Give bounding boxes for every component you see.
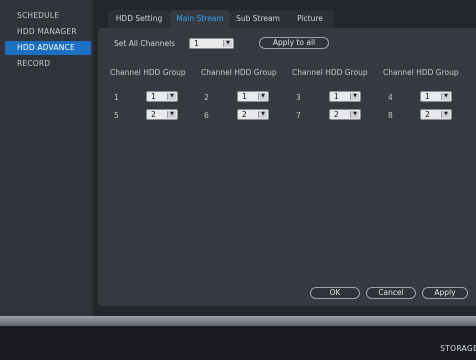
channel-header: Channel [201, 68, 232, 77]
select-value: 2 [151, 110, 156, 119]
chevron-down-icon: ▼ [258, 93, 267, 100]
hdd-group-header: HDD Group [234, 68, 277, 77]
sidebar-item-schedule[interactable]: SCHEDULE [5, 9, 91, 23]
channel-number: 8 [388, 111, 393, 120]
hdd-group-header: HDD Group [416, 68, 459, 77]
apply-button[interactable]: Apply [422, 287, 468, 299]
chevron-down-icon: ▼ [167, 93, 176, 100]
channel-number: 6 [204, 111, 209, 120]
sidebar-item-hdd-manager[interactable]: HDD MANAGER [5, 25, 91, 39]
status-bar [0, 326, 476, 360]
chevron-down-icon: ▼ [441, 111, 450, 118]
column-header-4: Channel HDD Group [383, 68, 459, 77]
channel-header: Channel [292, 68, 323, 77]
channel-header: Channel [110, 68, 141, 77]
select-value: 2 [242, 110, 247, 119]
hdd-group-select[interactable]: 2 ▼ [329, 109, 361, 120]
chevron-down-icon: ▼ [223, 40, 232, 47]
chevron-down-icon: ▼ [167, 111, 176, 118]
tab-main-stream[interactable]: Main Stream [170, 10, 230, 28]
select-value: 1 [425, 92, 430, 101]
chevron-down-icon: ▼ [258, 111, 267, 118]
column-header-1: Channel HDD Group [110, 68, 186, 77]
storage-label[interactable]: STORAGE [440, 344, 476, 353]
chevron-down-icon: ▼ [441, 93, 450, 100]
select-value: 1 [334, 92, 339, 101]
hdd-group-header: HDD Group [143, 68, 186, 77]
column-header-2: Channel HDD Group [201, 68, 277, 77]
tab-sub-stream[interactable]: Sub Stream [230, 10, 286, 28]
select-value: 2 [334, 110, 339, 119]
hdd-group-header: HDD Group [325, 68, 368, 77]
channel-number: 3 [296, 93, 301, 102]
chevron-down-icon: ▼ [350, 111, 359, 118]
select-value: 1 [194, 39, 199, 48]
set-all-channels-select[interactable]: 1 ▼ [189, 38, 234, 49]
tab-picture[interactable]: Picture [286, 10, 334, 28]
channel-number: 2 [204, 93, 209, 102]
channel-number: 7 [296, 111, 301, 120]
channel-number: 5 [114, 111, 119, 120]
bottom-divider [0, 316, 476, 326]
channel-number: 1 [114, 93, 119, 102]
sidebar-item-record[interactable]: RECORD [5, 57, 91, 71]
cancel-button[interactable]: Cancel [366, 287, 416, 299]
set-all-channels-label: Set All Channels [114, 39, 176, 48]
channel-number: 4 [388, 93, 393, 102]
hdd-group-select[interactable]: 2 ▼ [146, 109, 178, 120]
select-value: 1 [242, 92, 247, 101]
ok-button[interactable]: OK [310, 287, 360, 299]
hdd-group-select[interactable]: 2 ▼ [237, 109, 269, 120]
select-value: 1 [151, 92, 156, 101]
select-value: 2 [425, 110, 430, 119]
tab-hdd-setting[interactable]: HDD Setting [108, 10, 170, 28]
sidebar-item-hdd-advance[interactable]: HDD ADVANCE [5, 41, 91, 55]
channel-header: Channel [383, 68, 414, 77]
chevron-down-icon: ▼ [350, 93, 359, 100]
column-header-3: Channel HDD Group [292, 68, 368, 77]
hdd-group-select[interactable]: 2 ▼ [420, 109, 452, 120]
hdd-group-select[interactable]: 1 ▼ [329, 91, 361, 102]
hdd-group-select[interactable]: 1 ▼ [237, 91, 269, 102]
hdd-group-select[interactable]: 1 ▼ [420, 91, 452, 102]
hdd-group-select[interactable]: 1 ▼ [146, 91, 178, 102]
apply-to-all-button[interactable]: Apply to all [259, 37, 329, 49]
